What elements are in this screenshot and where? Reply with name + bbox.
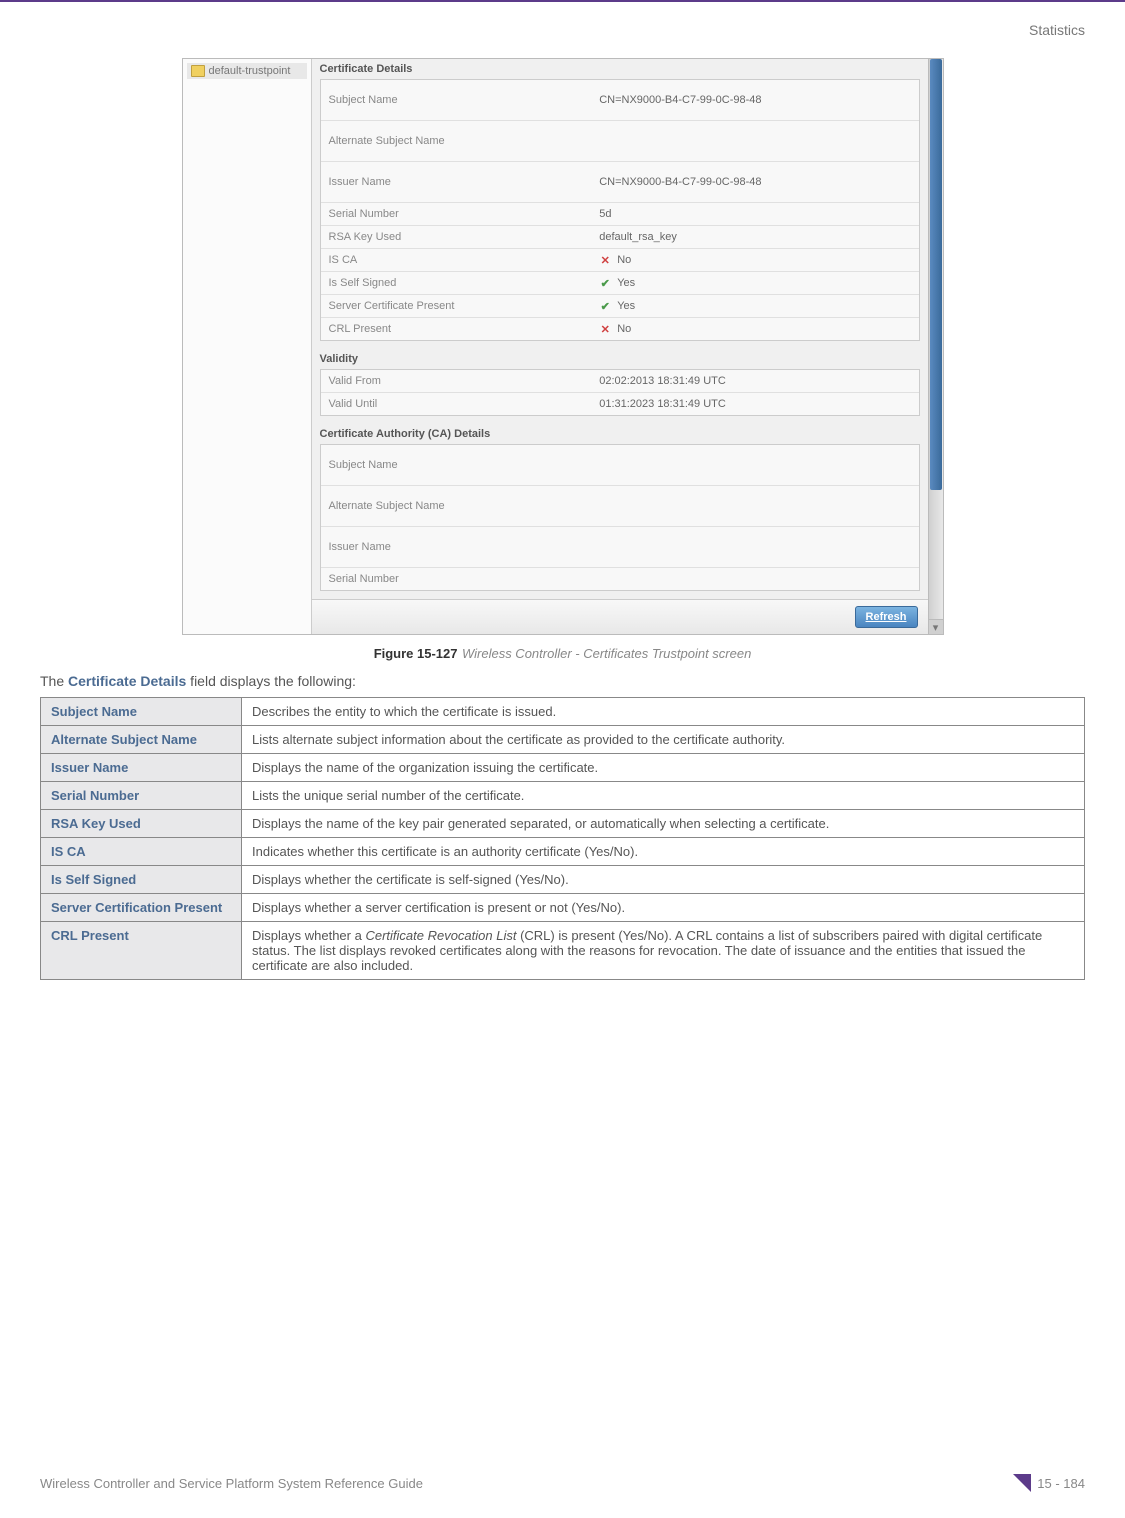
footer-guide: Wireless Controller and Service Platform… <box>40 1476 423 1491</box>
row-desc: Displays whether a server certification … <box>242 894 1085 922</box>
selfsigned-value: ✔ Yes <box>591 273 918 293</box>
table-row: CRL Present Displays whether a Certifica… <box>41 922 1085 980</box>
ca-details-title: Certificate Authority (CA) Details <box>312 424 928 440</box>
servercert-label: Server Certificate Present <box>321 296 592 316</box>
alt-subject-value <box>591 137 918 145</box>
row-desc: Displays whether the certificate is self… <box>242 866 1085 894</box>
subject-name-value: CN=NX9000-B4-C7-99-0C-98-48 <box>591 90 918 110</box>
crl-value: ✕ No <box>591 319 918 339</box>
bottom-bar: Refresh <box>312 599 928 634</box>
refresh-button[interactable]: Refresh <box>855 606 918 628</box>
rsa-label: RSA Key Used <box>321 227 592 247</box>
no-icon: ✕ <box>599 254 611 266</box>
row-desc: Lists the unique serial number of the ce… <box>242 782 1085 810</box>
isca-value: ✕ No <box>591 250 918 270</box>
ca-issuer-label: Issuer Name <box>321 537 592 557</box>
sidebar: default-trustpoint <box>183 59 312 634</box>
row-desc: Displays the name of the key pair genera… <box>242 810 1085 838</box>
row-desc: Describes the entity to which the certif… <box>242 698 1085 726</box>
serial-value: 5d <box>591 204 918 224</box>
table-row: RSA Key Used Displays the name of the ke… <box>41 810 1085 838</box>
folder-icon <box>191 65 205 77</box>
servercert-text: Yes <box>617 300 635 312</box>
ca-alt-subject-value <box>591 502 918 510</box>
screenshot-panel: default-trustpoint Certificate Details S… <box>182 58 944 635</box>
row-desc: Indicates whether this certificate is an… <box>242 838 1085 866</box>
crl-label: CRL Present <box>321 319 592 339</box>
isca-text: No <box>617 254 631 266</box>
yes-icon: ✔ <box>599 300 611 312</box>
table-row: Subject Name Describes the entity to whi… <box>41 698 1085 726</box>
row-label: Alternate Subject Name <box>41 726 242 754</box>
row-label: CRL Present <box>41 922 242 980</box>
table-row: IS CA Indicates whether this certificate… <box>41 838 1085 866</box>
table-row: Is Self Signed Displays whether the cert… <box>41 866 1085 894</box>
row-desc: Displays whether a Certificate Revocatio… <box>242 922 1085 980</box>
row-label: Issuer Name <box>41 754 242 782</box>
ca-alt-subject-label: Alternate Subject Name <box>321 496 592 516</box>
page-corner-icon <box>1013 1474 1031 1492</box>
row-desc: Displays the name of the organization is… <box>242 754 1085 782</box>
row-label: Subject Name <box>41 698 242 726</box>
intro-bold: Certificate Details <box>68 673 186 689</box>
selfsigned-text: Yes <box>617 277 635 289</box>
yes-icon: ✔ <box>599 277 611 289</box>
crl-text: No <box>617 323 631 335</box>
isca-label: IS CA <box>321 250 592 270</box>
page-number: 15 - 184 <box>1037 1476 1085 1491</box>
issuer-label: Issuer Name <box>321 172 592 192</box>
rsa-value: default_rsa_key <box>591 227 918 247</box>
row-label: Server Certification Present <box>41 894 242 922</box>
row-label: IS CA <box>41 838 242 866</box>
scrollbar-thumb[interactable] <box>930 59 942 490</box>
sidebar-item-trustpoint[interactable]: default-trustpoint <box>187 63 307 79</box>
valid-until-value: 01:31:2023 18:31:49 UTC <box>591 394 918 414</box>
footer: Wireless Controller and Service Platform… <box>40 1474 1085 1492</box>
table-row: Server Certification Present Displays wh… <box>41 894 1085 922</box>
figure-desc: Wireless Controller - Certificates Trust… <box>462 646 751 661</box>
cert-details-section: Subject Name CN=NX9000-B4-C7-99-0C-98-48… <box>320 79 920 341</box>
description-table: Subject Name Describes the entity to whi… <box>40 697 1085 980</box>
table-row: Issuer Name Displays the name of the org… <box>41 754 1085 782</box>
scrollbar[interactable]: ▾ <box>928 59 943 634</box>
main-panel: Certificate Details Subject Name CN=NX90… <box>312 59 928 634</box>
ca-subject-label: Subject Name <box>321 455 592 475</box>
sidebar-item-label: default-trustpoint <box>209 65 291 77</box>
row-label: RSA Key Used <box>41 810 242 838</box>
table-row: Serial Number Lists the unique serial nu… <box>41 782 1085 810</box>
issuer-value: CN=NX9000-B4-C7-99-0C-98-48 <box>591 172 918 192</box>
figure-caption: Figure 15-127 Wireless Controller - Cert… <box>40 645 1085 663</box>
validity-section: Valid From 02:02:2013 18:31:49 UTC Valid… <box>320 369 920 416</box>
no-icon: ✕ <box>599 323 611 335</box>
ca-serial-label: Serial Number <box>321 569 592 589</box>
serial-label: Serial Number <box>321 204 592 224</box>
cert-details-title: Certificate Details <box>312 59 928 75</box>
selfsigned-label: Is Self Signed <box>321 273 592 293</box>
ca-details-section: Subject Name Alternate Subject Name Issu… <box>320 444 920 591</box>
header-section: Statistics <box>40 22 1085 38</box>
table-row: Alternate Subject Name Lists alternate s… <box>41 726 1085 754</box>
ca-serial-value <box>591 575 918 583</box>
valid-until-label: Valid Until <box>321 394 592 414</box>
ca-issuer-value <box>591 543 918 551</box>
servercert-value: ✔ Yes <box>591 296 918 316</box>
row-label: Is Self Signed <box>41 866 242 894</box>
valid-from-value: 02:02:2013 18:31:49 UTC <box>591 371 918 391</box>
row-desc: Lists alternate subject information abou… <box>242 726 1085 754</box>
ca-subject-value <box>591 461 918 469</box>
intro-prefix: The <box>40 673 68 689</box>
figure-label: Figure 15-127 <box>374 646 458 661</box>
valid-from-label: Valid From <box>321 371 592 391</box>
scrollbar-down[interactable]: ▾ <box>929 619 943 634</box>
row-label: Serial Number <box>41 782 242 810</box>
alt-subject-label: Alternate Subject Name <box>321 131 592 151</box>
intro-text: The Certificate Details field displays t… <box>40 673 1085 689</box>
footer-page: 15 - 184 <box>1013 1474 1085 1492</box>
intro-suffix: field displays the following: <box>186 673 356 689</box>
validity-title: Validity <box>312 349 928 365</box>
subject-name-label: Subject Name <box>321 90 592 110</box>
